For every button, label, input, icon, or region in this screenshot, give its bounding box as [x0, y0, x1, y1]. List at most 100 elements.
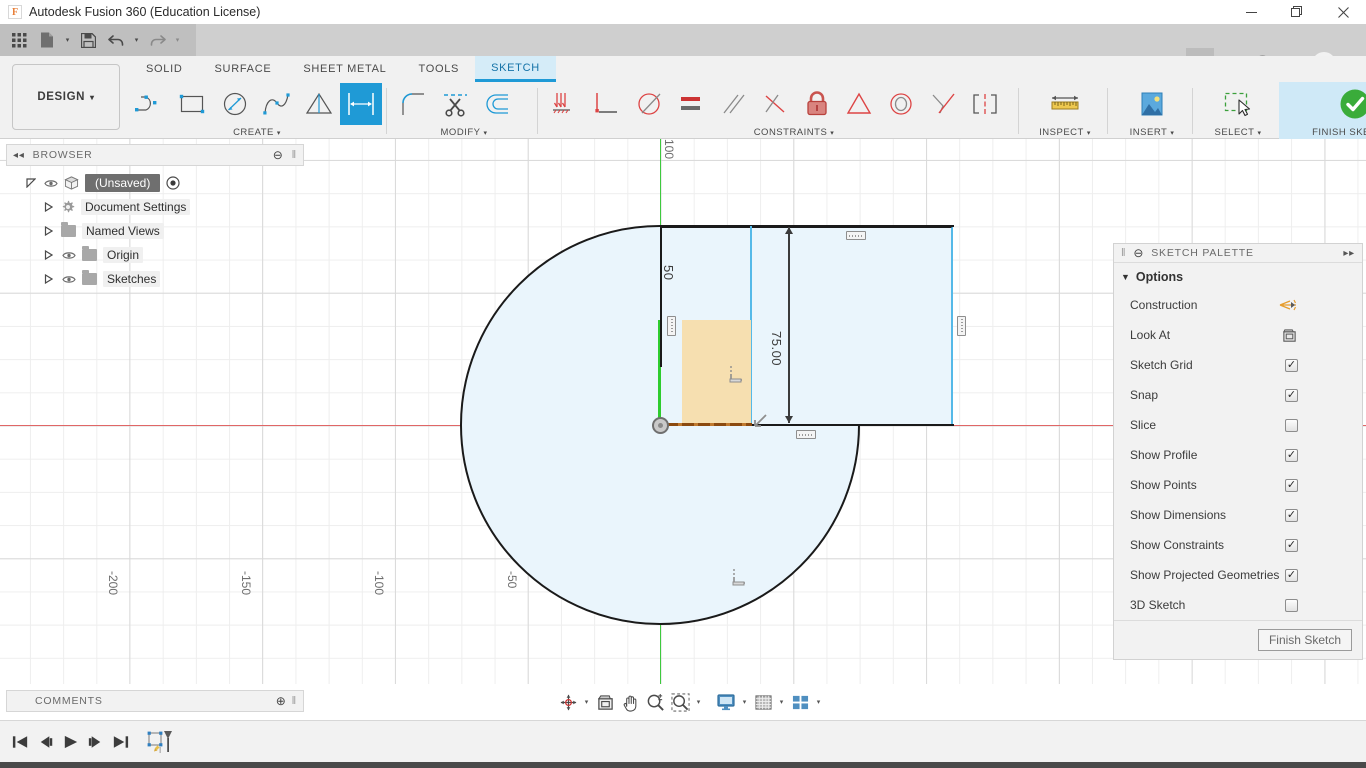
spline-icon[interactable]	[256, 83, 298, 125]
rectangle-top-edge[interactable]	[660, 225, 954, 227]
panel-constraints-label[interactable]: CONSTRAINTS ▾	[544, 126, 1044, 139]
origin-point[interactable]	[652, 417, 669, 434]
concentric-icon[interactable]	[880, 83, 922, 125]
palette-row-sketch-grid[interactable]: Sketch Grid ✓	[1114, 350, 1362, 380]
tangent-constraint-glyph[interactable]	[752, 409, 774, 431]
sketch-feature-icon[interactable]	[145, 727, 179, 757]
orbit-caret-icon[interactable]: ▾	[581, 689, 592, 715]
show-constraints-checkbox[interactable]: ✓	[1285, 538, 1298, 552]
palette-row-show-projected-geometries[interactable]: Show Projected Geometries ✓	[1114, 560, 1362, 590]
palette-row-look-at[interactable]: Look At	[1114, 320, 1362, 350]
tab-sheet-metal[interactable]: SHEET METAL	[287, 56, 402, 82]
construction-icon[interactable]	[1278, 298, 1298, 312]
horizontal-vertical-icon[interactable]	[754, 83, 796, 125]
expand-triangle-icon[interactable]	[44, 250, 55, 261]
activate-radio-icon[interactable]	[166, 176, 180, 190]
tab-surface[interactable]: SURFACE	[199, 56, 288, 82]
horizontal-constraint-glyph-top[interactable]	[846, 231, 866, 240]
display-settings-caret-icon[interactable]: ▾	[739, 689, 750, 715]
symmetry-icon[interactable]	[964, 83, 1006, 125]
parallel-icon[interactable]	[628, 83, 670, 125]
viewports-icon[interactable]	[788, 689, 812, 715]
coincident-icon[interactable]	[544, 83, 586, 125]
sketch-grid-checkbox[interactable]: ✓	[1285, 358, 1298, 372]
go-to-beginning-icon[interactable]	[8, 727, 33, 757]
viewports-caret-icon[interactable]: ▾	[813, 689, 824, 715]
measure-ruler-icon[interactable]	[1044, 83, 1086, 125]
minimize-button[interactable]	[1228, 0, 1274, 24]
line-icon[interactable]	[130, 83, 172, 125]
palette-row-slice[interactable]: Slice	[1114, 410, 1362, 440]
rectangle-icon[interactable]	[172, 83, 214, 125]
trim-scissors-icon[interactable]	[435, 83, 477, 125]
palette-row-show-points[interactable]: Show Points ✓	[1114, 470, 1362, 500]
step-forward-icon[interactable]	[83, 727, 108, 757]
palette-minimize-icon[interactable]: ⊖	[1133, 246, 1144, 260]
undo-caret-icon[interactable]: ▾	[131, 27, 142, 53]
panel-finish-label[interactable]: FINISH SKETCH ▾	[1279, 126, 1366, 139]
panel-insert-label[interactable]: INSERT ▾	[1114, 126, 1190, 139]
browser-minimize-icon[interactable]: ⊖	[273, 148, 284, 162]
apps-grid-icon[interactable]	[6, 27, 32, 53]
dimension-50-line[interactable]	[660, 227, 662, 367]
palette-row-3d-sketch[interactable]: 3D Sketch	[1114, 590, 1362, 620]
finish-check-icon[interactable]	[1334, 83, 1366, 125]
expand-triangle-icon[interactable]	[44, 226, 55, 237]
panel-select-label[interactable]: SELECT ▾	[1199, 126, 1277, 139]
tree-item-document-settings[interactable]: Document Settings	[6, 195, 304, 219]
dimension-icon[interactable]	[340, 83, 382, 125]
panel-inspect-label[interactable]: INSPECT ▾	[1025, 126, 1105, 139]
offset-icon[interactable]	[477, 83, 519, 125]
selected-horizontal-segment[interactable]	[666, 423, 752, 426]
browser-grip-icon[interactable]: ‖	[292, 149, 297, 161]
tree-item-sketches[interactable]: Sketches	[6, 267, 304, 291]
palette-grip-icon[interactable]: ‖	[1121, 247, 1126, 259]
close-button[interactable]	[1320, 0, 1366, 24]
snap-checkbox[interactable]: ✓	[1285, 388, 1298, 402]
dimension-7500-text[interactable]: 75.00	[769, 331, 784, 366]
expand-triangle-icon[interactable]	[44, 202, 55, 213]
finish-sketch-button[interactable]: Finish Sketch	[1257, 629, 1352, 651]
comments-grip-icon[interactable]: ‖	[292, 695, 297, 707]
vertical-constraint-glyph-right[interactable]	[957, 316, 966, 336]
redo-icon[interactable]	[144, 27, 170, 53]
tab-sketch[interactable]: SKETCH	[475, 56, 556, 82]
visibility-eye-icon[interactable]	[61, 274, 76, 285]
slice-checkbox[interactable]	[1285, 418, 1298, 432]
visibility-eye-icon[interactable]	[43, 178, 58, 189]
save-icon[interactable]	[75, 27, 101, 53]
circle-icon[interactable]	[214, 83, 256, 125]
collapse-icon[interactable]: ◂◂	[13, 150, 25, 161]
redo-caret-icon[interactable]: ▾	[172, 27, 183, 53]
perpendicular-constraint-glyph-top[interactable]	[728, 364, 746, 386]
new-document-caret-icon[interactable]: ▾	[62, 27, 73, 53]
zoom-icon[interactable]	[643, 689, 667, 715]
midpoint-icon[interactable]	[838, 83, 880, 125]
palette-row-show-dimensions[interactable]: Show Dimensions ✓	[1114, 500, 1362, 530]
polygon-icon[interactable]	[298, 83, 340, 125]
comments-add-icon[interactable]: ⊕	[276, 694, 287, 708]
horizontal-constraint-glyph-bottom[interactable]	[796, 430, 816, 439]
zoom-window-caret-icon[interactable]: ▾	[693, 689, 704, 715]
panel-finish-sketch[interactable]: FINISH SKETCH ▾	[1279, 82, 1366, 139]
insert-image-icon[interactable]	[1131, 83, 1173, 125]
expand-triangle-icon[interactable]	[26, 178, 37, 189]
orbit-icon[interactable]	[556, 689, 580, 715]
show-profile-checkbox[interactable]: ✓	[1285, 448, 1298, 462]
tree-item-named-views[interactable]: Named Views	[6, 219, 304, 243]
go-to-end-icon[interactable]	[108, 727, 133, 757]
look-at-icon[interactable]	[593, 689, 617, 715]
tab-solid[interactable]: SOLID	[130, 56, 199, 82]
vertical-constraint-glyph-left[interactable]	[667, 316, 676, 336]
palette-row-snap[interactable]: Snap ✓	[1114, 380, 1362, 410]
collinear-icon[interactable]	[586, 83, 628, 125]
workspace-switcher-button[interactable]: DESIGN ▾	[12, 64, 120, 130]
expand-triangle-icon[interactable]	[44, 274, 55, 285]
dimension-50-text[interactable]: 50	[661, 265, 676, 280]
perpendicular-icon[interactable]	[670, 83, 712, 125]
show-dimensions-checkbox[interactable]: ✓	[1285, 508, 1298, 522]
palette-row-construction[interactable]: Construction	[1114, 290, 1362, 320]
maximize-restore-button[interactable]	[1274, 0, 1320, 24]
play-icon[interactable]	[58, 727, 83, 757]
perpendicular-constraint-glyph-bottom[interactable]	[731, 567, 749, 589]
